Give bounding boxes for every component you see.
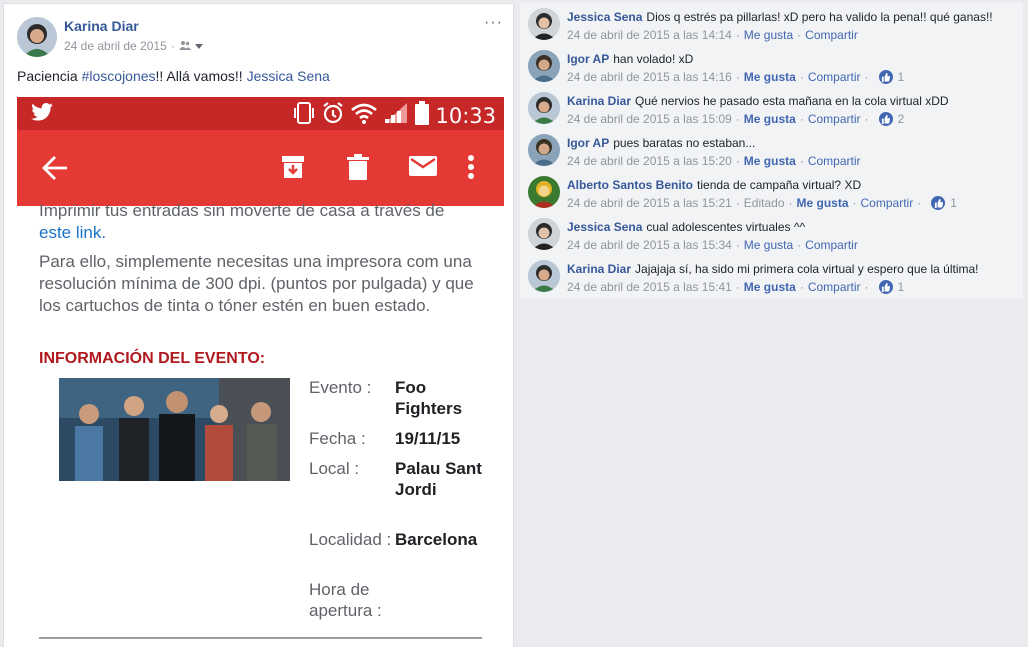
comment-actions: 24 de abril de 2015 a las 15:34 · Me gusta…: [567, 238, 858, 252]
comment-actions: 24 de abril de 2015 a las 14:16 · Me gusta…: [567, 70, 905, 84]
commenter-avatar[interactable]: [528, 260, 560, 292]
thumbs-up-icon: [931, 196, 946, 210]
band-photo: [59, 378, 290, 481]
twitter-icon: [31, 103, 53, 126]
edited-label[interactable]: Editado: [744, 196, 785, 210]
commenter-name[interactable]: Karina Diar: [567, 94, 631, 108]
thumbs-up-icon: [878, 280, 893, 294]
comment-timestamp[interactable]: 24 de abril de 2015 a las 15:20: [567, 154, 732, 168]
comment-timestamp[interactable]: 24 de abril de 2015 a las 15:21: [567, 196, 732, 210]
comment-actions: 24 de abril de 2015 a las 15:41 · Me gusta…: [567, 280, 905, 294]
phone-status-bar: 10:33: [17, 97, 504, 130]
commenter-name[interactable]: Jessica Sena: [567, 220, 642, 234]
share-button[interactable]: Compartir: [861, 196, 914, 210]
comment-text: Jajajaja sí, ha sido mi primera cola vir…: [635, 262, 979, 276]
signal-icon: [383, 102, 409, 129]
commenter-name[interactable]: Igor AP: [567, 136, 609, 150]
like-button[interactable]: Me gusta: [744, 280, 796, 294]
comment-timestamp[interactable]: 24 de abril de 2015 a las 15:41: [567, 280, 732, 294]
like-button[interactable]: Me gusta: [744, 112, 796, 126]
commenter-name[interactable]: Igor AP: [567, 52, 609, 66]
like-button[interactable]: Me gusta: [744, 154, 796, 168]
like-count[interactable]: 1: [878, 280, 904, 294]
commenter-name[interactable]: Karina Diar: [567, 262, 631, 276]
comment-timestamp[interactable]: 24 de abril de 2015 a las 14:16: [567, 70, 732, 84]
event-title: INFORMACIÓN DEL EVENTO:: [39, 350, 266, 367]
comment: Jessica Sena cual adolescentes virtuales …: [520, 213, 1023, 255]
comment-text: Dios q estrés pa pillarlas! xD pero ha v…: [646, 10, 993, 24]
commenter-avatar[interactable]: [528, 176, 560, 208]
chevron-down-icon[interactable]: [194, 39, 203, 53]
like-count[interactable]: 1: [878, 70, 904, 84]
like-count[interactable]: 1: [931, 196, 957, 210]
commenter-avatar[interactable]: [528, 8, 560, 40]
share-button[interactable]: Compartir: [805, 28, 858, 42]
comment: Igor AP han volado! xD 24 de abril de 2015…: [520, 45, 1023, 87]
like-button[interactable]: Me gusta: [744, 70, 796, 84]
thumbs-up-icon: [878, 112, 893, 126]
comment-actions: 24 de abril de 2015 a las 14:14 · Me gusta…: [567, 28, 858, 42]
share-button[interactable]: Compartir: [805, 238, 858, 252]
post-meta: 24 de abril de 2015 ·: [64, 39, 203, 53]
post-options-button[interactable]: ···: [484, 14, 503, 32]
share-button[interactable]: Compartir: [808, 154, 861, 168]
thumbs-up-icon: [878, 70, 893, 84]
friends-icon[interactable]: [178, 39, 191, 53]
comment-text: Qué nervios he pasado esta mañana en la …: [635, 94, 949, 108]
share-button[interactable]: Compartir: [808, 280, 861, 294]
commenter-name[interactable]: Alberto Santos Benito: [567, 178, 693, 192]
like-button[interactable]: Me gusta: [797, 196, 849, 210]
comment: Karina Diar Jajajaja sí, ha sido mi prime…: [520, 255, 1023, 297]
commenter-avatar[interactable]: [528, 92, 560, 124]
comment-actions: 24 de abril de 2015 a las 15:20 · Me gusta…: [567, 154, 861, 168]
commenter-name[interactable]: Jessica Sena: [567, 10, 642, 24]
comment-text: cual adolescentes virtuales ^^: [646, 220, 806, 234]
wifi-icon: [351, 102, 378, 129]
phone-clock: 10:33: [435, 103, 496, 128]
comment-timestamp[interactable]: 24 de abril de 2015 a las 15:34: [567, 238, 732, 252]
author-avatar[interactable]: [17, 17, 57, 57]
share-button[interactable]: Compartir: [808, 70, 861, 84]
comment-actions: 24 de abril de 2015 a las 15:21 · Editado ·…: [567, 196, 957, 210]
back-arrow-icon: [41, 154, 69, 187]
like-button[interactable]: Me gusta: [744, 28, 793, 42]
post-author-name[interactable]: Karina Diar: [64, 18, 139, 34]
archive-icon: [280, 154, 306, 185]
email-app-bar: [17, 130, 504, 206]
commenter-avatar[interactable]: [528, 134, 560, 166]
email-link: este link.: [39, 223, 107, 242]
post-image[interactable]: 10:33 Imprimir tus entradas sin moverte …: [17, 97, 504, 647]
mention-link[interactable]: Jessica Sena: [247, 68, 330, 84]
share-button[interactable]: Compartir: [808, 112, 861, 126]
battery-icon: [415, 101, 430, 130]
post-date[interactable]: 24 de abril de 2015: [64, 39, 167, 53]
more-vert-icon: [467, 154, 475, 185]
comment-timestamp[interactable]: 24 de abril de 2015 a las 14:14: [567, 28, 732, 42]
comment-timestamp[interactable]: 24 de abril de 2015 a las 15:09: [567, 112, 732, 126]
comment-text: tienda de campaña virtual? XD: [697, 178, 862, 192]
comment: Karina Diar Qué nervios he pasado esta ma…: [520, 87, 1023, 129]
like-button[interactable]: Me gusta: [744, 238, 793, 252]
alarm-icon: [321, 101, 345, 130]
email-body: Imprimir tus entradas sin moverte de cas…: [39, 201, 474, 315]
commenter-avatar[interactable]: [528, 218, 560, 250]
post-card: Karina Diar 24 de abril de 2015 · ··· Pa…: [3, 3, 514, 647]
like-count[interactable]: 2: [878, 112, 904, 126]
mail-icon: [409, 154, 437, 183]
comment-text: pues baratas no estaban...: [613, 136, 756, 150]
commenter-avatar[interactable]: [528, 50, 560, 82]
post-text: Paciencia #loscojones!! Allá vamos!! Jes…: [17, 68, 330, 84]
comment: Igor AP pues baratas no estaban... 24 de a…: [520, 129, 1023, 171]
comments-list: Jessica Sena Dios q estrés pa pillarlas! …: [520, 3, 1023, 299]
comment: Jessica Sena Dios q estrés pa pillarlas! …: [520, 3, 1023, 45]
comment-text: han volado! xD: [613, 52, 694, 66]
hashtag-link[interactable]: #loscojones: [82, 68, 156, 84]
divider: [39, 637, 482, 639]
comment-actions: 24 de abril de 2015 a las 15:09 · Me gusta…: [567, 112, 905, 126]
delete-icon: [347, 154, 369, 185]
phone-vibrate-icon: [293, 101, 315, 130]
comment: Alberto Santos Benito tienda de campaña v…: [520, 171, 1023, 213]
